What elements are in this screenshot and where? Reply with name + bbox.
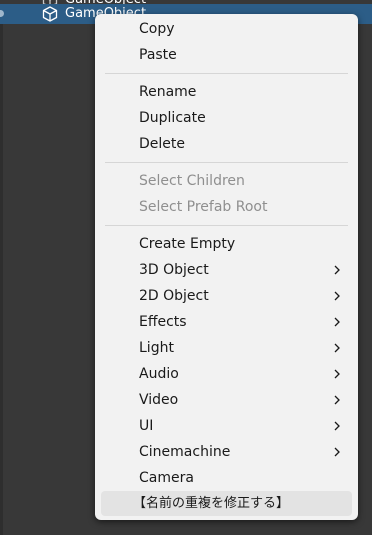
menu-item-2d-object[interactable]: 2D Object (101, 284, 352, 309)
chevron-right-icon (334, 447, 340, 457)
menu-item-label: 【名前の重複を修正する】 (133, 496, 290, 511)
menu-item-delete[interactable]: Delete (101, 132, 352, 157)
menu-item-fix-duplicate-names[interactable]: 【名前の重複を修正する】 (101, 491, 352, 516)
menu-item-3d-object[interactable]: 3D Object (101, 258, 352, 283)
menu-separator (105, 225, 348, 226)
menu-item-label: Light (139, 340, 174, 356)
menu-item-copy[interactable]: Copy (101, 17, 352, 42)
foldout-dot (0, 10, 4, 17)
menu-item-camera[interactable]: Camera (101, 466, 352, 491)
menu-item-audio[interactable]: Audio (101, 362, 352, 387)
menu-item-label: Rename (139, 84, 197, 100)
menu-item-light[interactable]: Light (101, 336, 352, 361)
menu-separator (105, 162, 348, 163)
menu-item-video[interactable]: Video (101, 388, 352, 413)
menu-item-label: Duplicate (139, 110, 206, 126)
menu-item-label: Paste (139, 47, 177, 63)
menu-item-label: Camera (139, 470, 194, 486)
menu-item-label: 2D Object (139, 288, 209, 304)
context-menu: Copy Paste Rename Duplicate Delete Selec… (95, 14, 358, 520)
menu-item-select-children: Select Children (101, 169, 352, 194)
menu-item-label: Select Children (139, 173, 245, 189)
menu-item-duplicate[interactable]: Duplicate (101, 106, 352, 131)
chevron-right-icon (334, 317, 340, 327)
menu-item-label: 3D Object (139, 262, 209, 278)
chevron-right-icon (334, 291, 340, 301)
menu-item-label: Select Prefab Root (139, 199, 268, 215)
menu-item-label: Video (139, 392, 179, 408)
menu-item-label: Delete (139, 136, 185, 152)
menu-item-cinemachine[interactable]: Cinemachine (101, 440, 352, 465)
chevron-right-icon (334, 369, 340, 379)
menu-item-select-prefab-root: Select Prefab Root (101, 195, 352, 220)
hierarchy-gutter (0, 0, 3, 535)
menu-item-paste[interactable]: Paste (101, 43, 352, 68)
chevron-right-icon (334, 343, 340, 353)
menu-separator (105, 73, 348, 74)
chevron-right-icon (334, 395, 340, 405)
menu-item-label: Cinemachine (139, 444, 231, 460)
menu-item-label: Create Empty (139, 236, 236, 252)
menu-item-rename[interactable]: Rename (101, 80, 352, 105)
menu-item-label: Effects (139, 314, 187, 330)
chevron-right-icon (334, 265, 340, 275)
menu-item-label: UI (139, 418, 154, 434)
menu-item-label: Copy (139, 21, 175, 37)
menu-item-create-empty[interactable]: Create Empty (101, 232, 352, 257)
menu-item-ui[interactable]: UI (101, 414, 352, 439)
chevron-right-icon (334, 421, 340, 431)
menu-item-label: Audio (139, 366, 179, 382)
cube-icon (42, 6, 58, 22)
menu-item-effects[interactable]: Effects (101, 310, 352, 335)
